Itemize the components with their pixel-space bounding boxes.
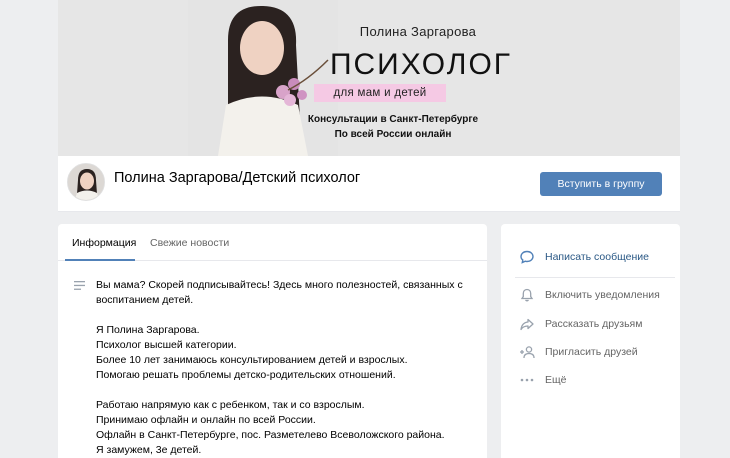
join-group-button[interactable]: Вступить в группу [540, 172, 662, 196]
add-person-icon [520, 346, 535, 359]
more-label: Ещё [545, 374, 567, 386]
write-message-button[interactable]: Написать сообщение [501, 246, 680, 268]
action-sidebar: Написать сообщение Включить уведомления … [501, 224, 680, 458]
share-arrow-icon [520, 318, 534, 331]
invite-friends-label: Пригласить друзей [545, 346, 638, 358]
enable-notifications-label: Включить уведомления [545, 289, 660, 301]
group-name: Полина Заргарова/Детский психолог [114, 170, 361, 186]
tab-bar: Информация Свежие новости [58, 224, 487, 261]
cover-badge: для мам и детей [314, 84, 446, 102]
share-label: Рассказать друзьям [545, 318, 643, 330]
enable-notifications-button[interactable]: Включить уведомления [501, 284, 680, 306]
chat-bubble-icon [520, 250, 534, 264]
group-description: Вы мама? Скорей подписывайтесь! Здесь мн… [96, 279, 463, 456]
group-cover: Полина Заргарова ПСИХОЛОГ для мам и дете… [58, 0, 680, 156]
info-panel: Информация Свежие новости Вы мама? Скоре… [58, 224, 487, 458]
write-message-label: Написать сообщение [545, 251, 649, 263]
group-header: Полина Заргарова/Детский психолог Вступи… [58, 156, 680, 212]
cover-title: ПСИХОЛОГ [329, 48, 513, 81]
bell-icon [520, 288, 534, 302]
avatar-image [68, 164, 104, 200]
cover-name: Полина Заргарова [359, 24, 477, 39]
tab-info[interactable]: Информация [72, 237, 136, 249]
active-tab-indicator [65, 259, 135, 261]
cover-line-2: По всей России онлайн [334, 129, 452, 140]
divider [515, 277, 675, 278]
invite-friends-button[interactable]: Пригласить друзей [501, 341, 680, 363]
cover-line-1: Консультации в Санкт-Петербурге [307, 114, 479, 125]
share-button[interactable]: Рассказать друзьям [501, 313, 680, 335]
dots-icon [520, 378, 534, 382]
avatar[interactable] [67, 163, 105, 201]
text-lines-icon [74, 281, 85, 290]
tab-news[interactable]: Свежие новости [150, 237, 229, 249]
more-button[interactable]: Ещё [501, 369, 680, 391]
